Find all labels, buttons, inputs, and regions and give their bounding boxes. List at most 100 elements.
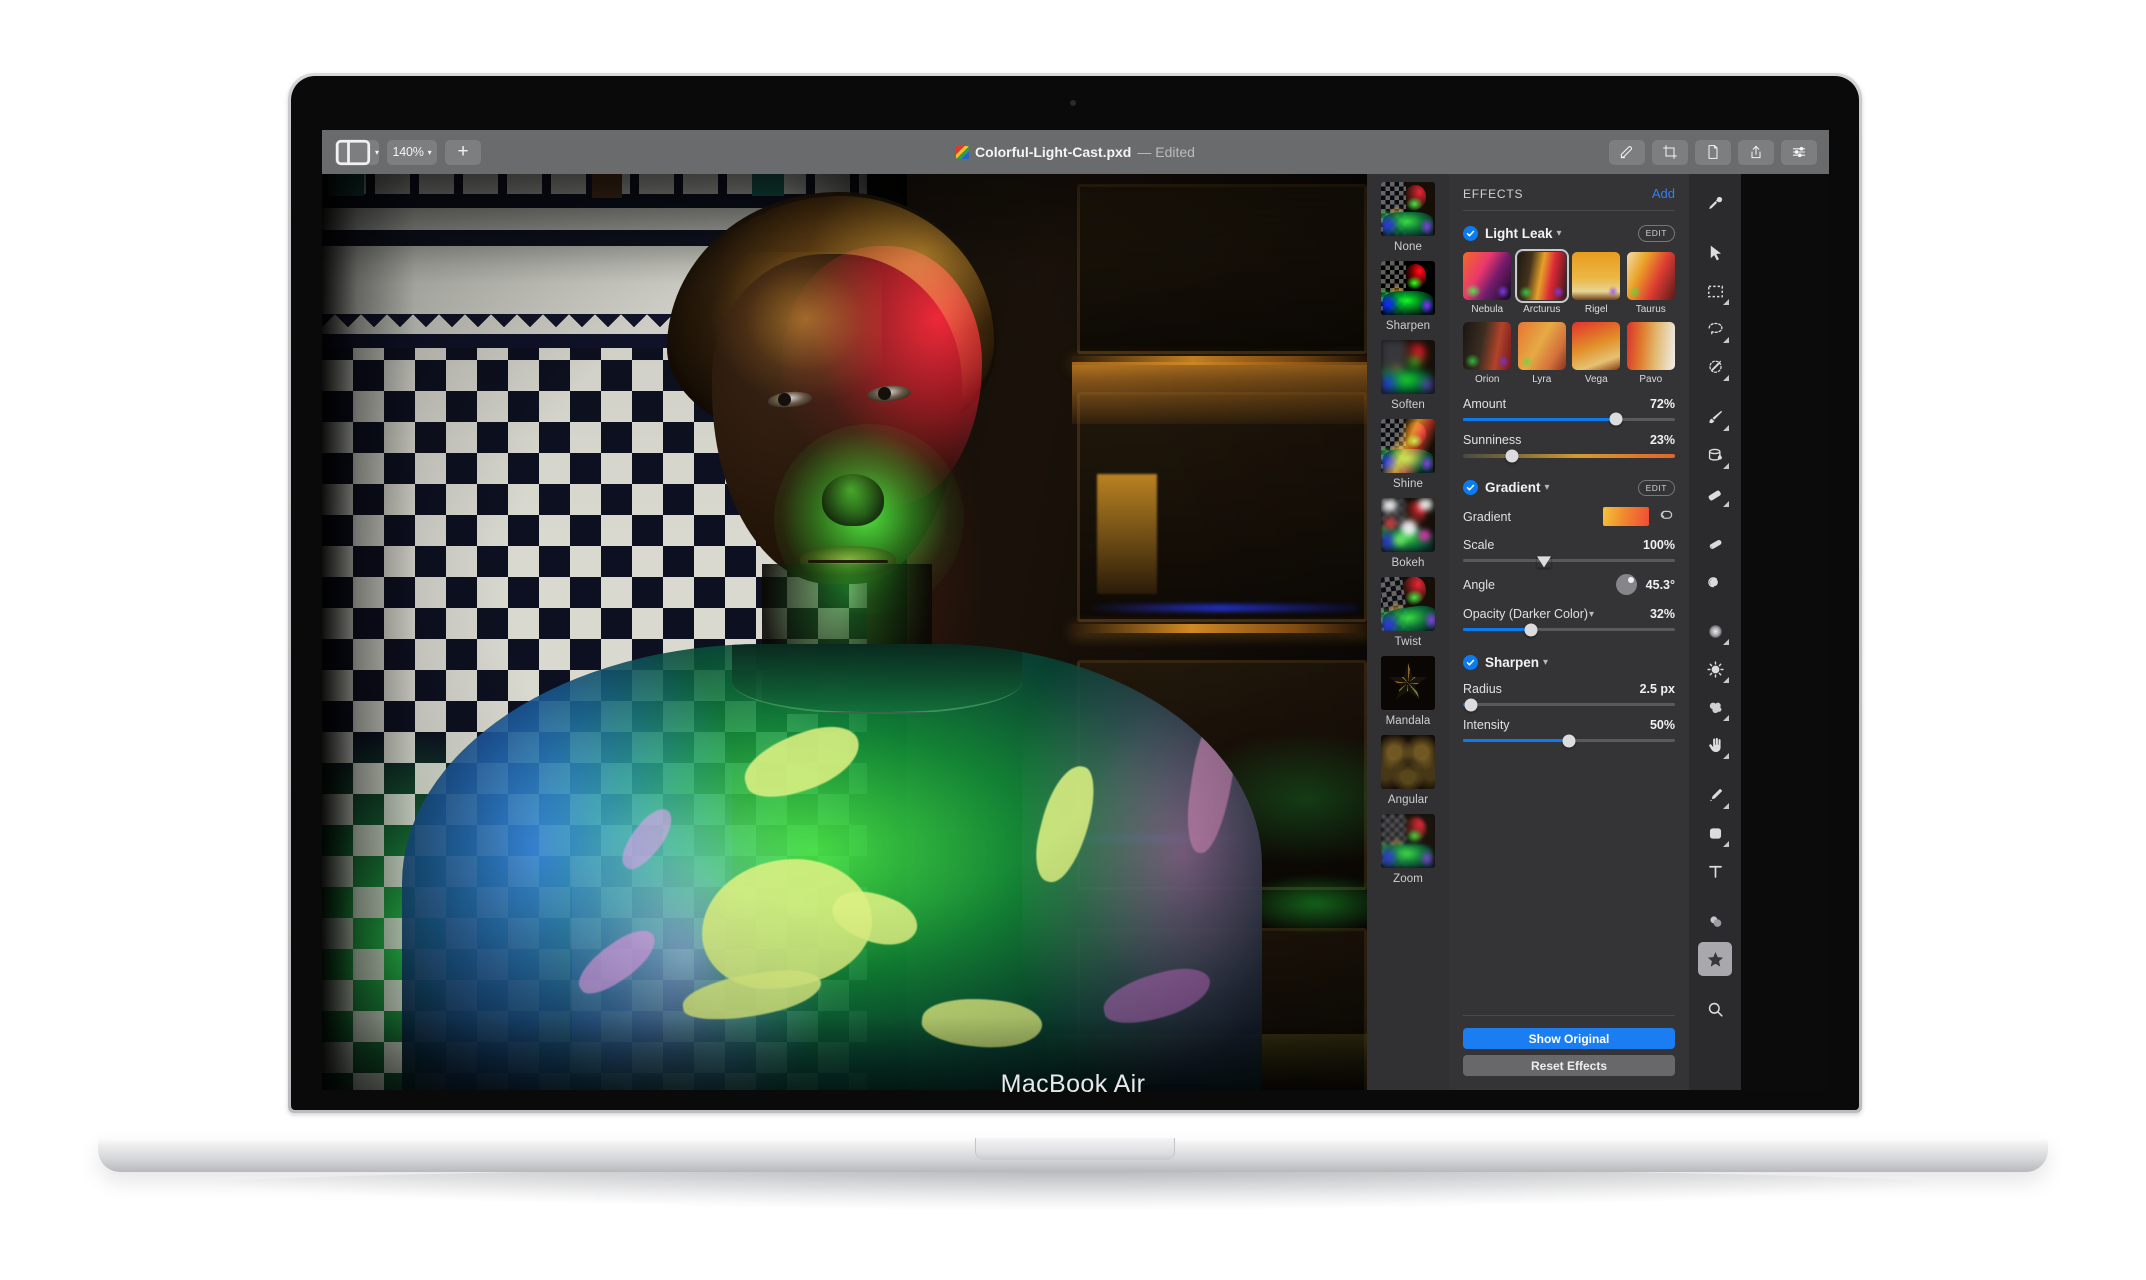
blend-icon[interactable]: [1698, 904, 1732, 938]
preset-thumbnail: [1381, 182, 1435, 236]
marquee-select-icon[interactable]: [1698, 274, 1732, 308]
new-tab-button[interactable]: +: [445, 139, 481, 165]
sunniness-slider-knob[interactable]: [1505, 449, 1519, 462]
scale-slider-knob[interactable]: [1536, 555, 1551, 567]
light-leak-preset-grid: Nebula Arcturus Rigel Taurus Orion Lyra …: [1463, 248, 1676, 385]
light-leak-preset-vega[interactable]: Vega: [1572, 321, 1621, 385]
preset-item-none[interactable]: None: [1367, 174, 1449, 253]
sharpen-header: Sharpen ▾: [1463, 655, 1675, 670]
intensity-slider-knob[interactable]: [1562, 734, 1576, 747]
light-leak-preset-arcturus[interactable]: Arcturus: [1514, 248, 1570, 315]
preset-label: Pavo: [1639, 373, 1663, 385]
radius-slider-knob[interactable]: [1464, 698, 1478, 711]
amount-value: 72%: [1649, 396, 1675, 411]
light-leak-preset-nebula[interactable]: Nebula: [1463, 251, 1512, 315]
chevron-down-icon[interactable]: ▾: [1545, 482, 1550, 493]
chevron-down-icon[interactable]: ▾: [1543, 657, 1548, 668]
preset-item-soften[interactable]: Soften: [1367, 332, 1449, 411]
subject-lip-line: [808, 560, 888, 563]
show-original-button[interactable]: Show Original: [1463, 1028, 1675, 1049]
preset-item-twist[interactable]: Twist: [1367, 569, 1449, 648]
document-file-icon: [956, 145, 970, 159]
slider-row-radius: Radius 2.5 px: [1463, 682, 1675, 711]
pen-icon[interactable]: [1698, 778, 1732, 812]
zoom-level-button[interactable]: 140% ▾: [387, 139, 437, 165]
blur-icon[interactable]: [1698, 614, 1732, 648]
magic-wand-icon[interactable]: [1698, 350, 1732, 384]
sunniness-slider[interactable]: [1463, 449, 1675, 462]
preset-item-angular[interactable]: Angular: [1367, 727, 1449, 806]
preset-thumbnail: [1381, 656, 1435, 710]
preset-label: Shine: [1393, 478, 1423, 490]
titlebar-right-tools: [1609, 139, 1817, 165]
smudge-icon[interactable]: [1698, 526, 1732, 560]
light-leak-preset-taurus[interactable]: Taurus: [1626, 251, 1676, 315]
pixelmator-app-window: ▾ 140% ▾ + Colorful-Light-Cast.pxd — Edi…: [322, 130, 1829, 1090]
preset-thumbnail: [1463, 251, 1512, 300]
paint-bucket-icon[interactable]: [1698, 438, 1732, 472]
preset-label: Nebula: [1471, 303, 1504, 315]
checkmark-icon[interactable]: [1463, 480, 1478, 496]
light-leak-preset-pavo[interactable]: Pavo: [1626, 321, 1676, 385]
light-leak-preset-rigel[interactable]: Rigel: [1572, 251, 1621, 315]
shape-icon[interactable]: [1698, 816, 1732, 850]
radius-slider[interactable]: [1463, 698, 1675, 711]
gradient-swatch-row: Gradient: [1463, 507, 1675, 526]
light-leak-preset-lyra[interactable]: Lyra: [1517, 321, 1567, 385]
clone-icon[interactable]: [1698, 564, 1732, 598]
preset-item-zoom[interactable]: Zoom: [1367, 806, 1449, 885]
preset-thumbnail: [1381, 735, 1435, 789]
angle-dial[interactable]: [1615, 574, 1637, 595]
effect-presets-sidebar[interactable]: None Sharpen Soften Shine Bokeh Twist Ma…: [1367, 174, 1449, 1090]
text-icon[interactable]: [1698, 854, 1732, 888]
zoom-search-icon[interactable]: [1698, 992, 1732, 1026]
amount-slider[interactable]: [1463, 412, 1675, 426]
preset-item-shine[interactable]: Shine: [1367, 411, 1449, 490]
chevron-down-icon[interactable]: ▾: [1557, 228, 1562, 239]
laptop-stage: ▾ 140% ▾ + Colorful-Light-Cast.pxd — Edi…: [0, 0, 2146, 1280]
gradient-swatch[interactable]: [1603, 507, 1649, 526]
document-icon[interactable]: [1695, 139, 1731, 165]
preset-thumbnail: [1572, 321, 1621, 370]
preset-item-sharpen[interactable]: Sharpen: [1367, 253, 1449, 332]
opacity-label: Opacity (Darker Color) ▾: [1463, 607, 1594, 621]
macbook-model-label: MacBook Air: [1000, 1070, 1146, 1098]
light-leak-preset-orion[interactable]: Orion: [1463, 321, 1512, 385]
eraser-icon[interactable]: [1698, 476, 1732, 510]
sponge-icon[interactable]: [1698, 690, 1732, 724]
share-icon[interactable]: [1738, 139, 1774, 165]
opacity-slider[interactable]: [1463, 623, 1675, 636]
loop-icon[interactable]: [1658, 508, 1675, 525]
gradient-edit-button[interactable]: EDIT: [1637, 479, 1675, 496]
image-canvas[interactable]: [322, 174, 1367, 1090]
preset-label: Mandala: [1385, 715, 1431, 727]
checkmark-icon[interactable]: [1463, 655, 1478, 670]
checkmark-icon[interactable]: [1463, 225, 1478, 241]
subject-floral-top: [402, 644, 1262, 1090]
preset-item-bokeh[interactable]: Bokeh: [1367, 490, 1449, 569]
light-leak-edit-button[interactable]: EDIT: [1637, 225, 1675, 242]
adjust-icon[interactable]: [1781, 139, 1817, 165]
arrow-select-icon[interactable]: [1698, 236, 1732, 270]
intensity-slider[interactable]: [1463, 734, 1675, 747]
crop-icon[interactable]: [1652, 139, 1688, 165]
brightness-icon[interactable]: [1698, 652, 1732, 686]
sunniness-label: Sunniness: [1463, 432, 1522, 447]
paint-brush-icon[interactable]: [1698, 400, 1732, 434]
subject-pupil-left: [778, 393, 791, 406]
preset-thumbnail: [1626, 321, 1675, 370]
hand-icon[interactable]: [1698, 728, 1732, 762]
layout-toggle-button[interactable]: ▾: [335, 139, 379, 165]
add-effect-button[interactable]: Add: [1652, 186, 1675, 201]
clone-stamp-icon[interactable]: [1698, 186, 1732, 220]
amount-slider-knob[interactable]: [1609, 412, 1623, 426]
gradient-name: Gradient: [1485, 480, 1541, 496]
retouch-icon[interactable]: [1609, 139, 1645, 165]
scale-label: Scale: [1463, 538, 1495, 552]
preset-item-mandala[interactable]: Mandala: [1367, 648, 1449, 727]
chevron-down-icon[interactable]: ▾: [1589, 609, 1594, 620]
opacity-slider-knob[interactable]: [1524, 623, 1538, 636]
scale-slider[interactable]: [1463, 555, 1675, 567]
effects-star-icon[interactable]: [1698, 942, 1732, 976]
lasso-select-icon[interactable]: [1698, 312, 1732, 346]
